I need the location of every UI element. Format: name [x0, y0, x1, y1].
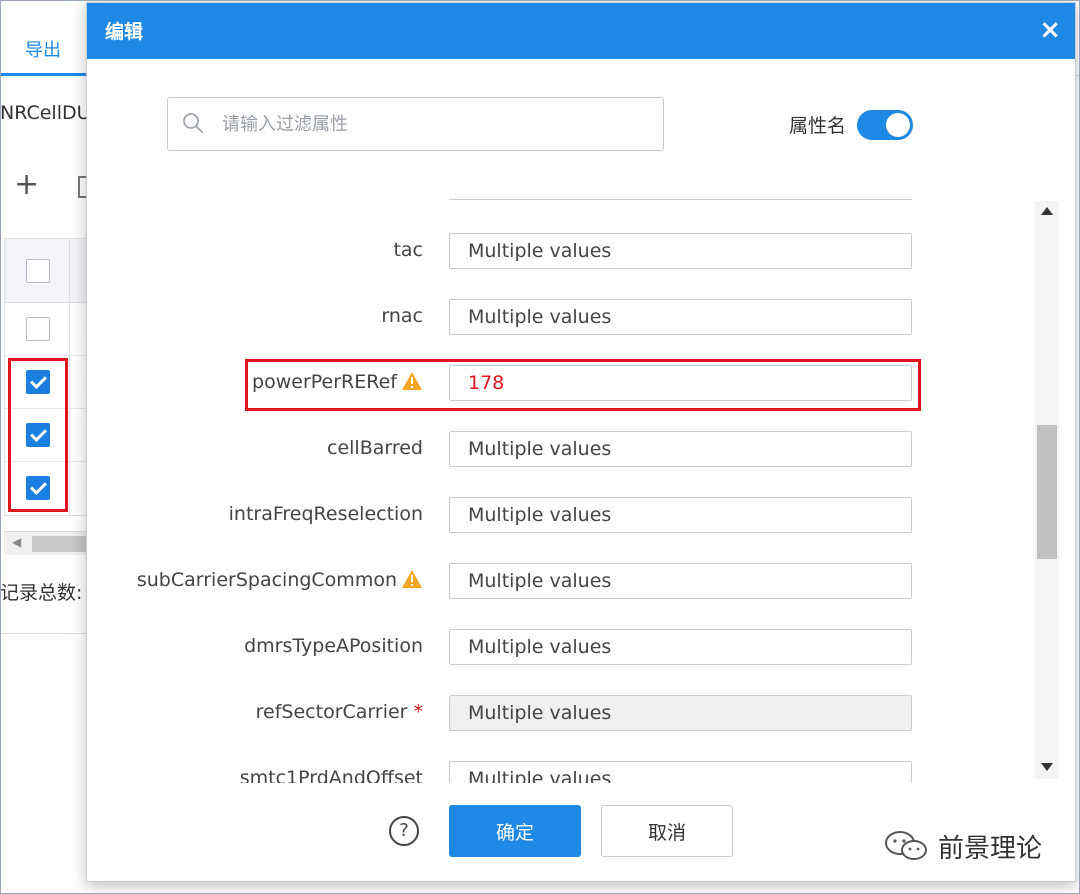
- field-row-intraFreqReselection: intraFreqReselection Multiple values: [87, 497, 1047, 537]
- object-name: NRCellDU: [0, 102, 91, 124]
- attribute-name-label: 属性名: [789, 115, 847, 137]
- checked-rows-highlight: [8, 358, 68, 512]
- changed-field-highlight: [245, 359, 921, 411]
- add-icon[interactable]: +: [14, 170, 39, 200]
- close-icon[interactable]: ×: [1039, 15, 1061, 45]
- field-input-cellBarred[interactable]: Multiple values: [449, 431, 912, 467]
- field-row-refSectorCarrier: refSectorCarrier * Multiple values: [87, 695, 1047, 735]
- field-label: rnac: [381, 305, 423, 327]
- row-checkbox[interactable]: [26, 317, 50, 341]
- watermark: 前景理论: [884, 826, 1042, 866]
- field-input-tac[interactable]: Multiple values: [449, 233, 912, 269]
- search-icon: [183, 113, 203, 133]
- filter-input[interactable]: [222, 98, 652, 150]
- horizontal-scrollbar[interactable]: ◀: [4, 531, 88, 555]
- field-row-dmrsTypeAPosition: dmrsTypeAPosition Multiple values: [87, 629, 1047, 669]
- field-row-cellBarred: cellBarred Multiple values: [87, 431, 1047, 471]
- table-header: [5, 239, 89, 303]
- field-list: tac Multiple values rnac Multiple values pow…: [87, 173, 1075, 783]
- dialog-header: 编辑 ×: [87, 3, 1075, 59]
- scroll-down-icon[interactable]: [1041, 763, 1053, 771]
- field-label: dmrsTypeAPosition: [244, 635, 423, 657]
- field-row-subCarrierSpacingCommon: subCarrierSpacingCommon Multiple values: [87, 563, 1047, 603]
- attribute-name-toggle[interactable]: [857, 110, 913, 140]
- required-mark: *: [413, 701, 424, 723]
- field-row-tac: tac Multiple values: [87, 233, 1047, 273]
- vertical-scroll-thumb[interactable]: [1037, 425, 1057, 559]
- vertical-scrollbar[interactable]: [1035, 201, 1059, 779]
- field-label: cellBarred: [327, 437, 423, 459]
- field-input-rnac[interactable]: Multiple values: [449, 299, 912, 335]
- table-row[interactable]: s: [5, 303, 93, 356]
- filter-box[interactable]: [167, 97, 664, 151]
- tab-export[interactable]: 导出: [0, 26, 86, 76]
- field-row-smtc1PrdAndOffset: smtc1PrdAndOffset Multiple values: [87, 761, 1047, 783]
- toggle-knob: [886, 113, 910, 137]
- ok-button[interactable]: 确定: [449, 805, 581, 857]
- scroll-up-icon[interactable]: [1041, 207, 1053, 215]
- field-label: refSectorCarrier *: [255, 701, 424, 723]
- field-label: tac: [393, 239, 423, 261]
- watermark-text: 前景理论: [938, 833, 1043, 864]
- field-input-subCarrierSpacingCommon[interactable]: Multiple values: [449, 563, 912, 599]
- field-label: subCarrierSpacingCommon: [137, 569, 423, 591]
- dialog-title: 编辑: [105, 21, 144, 43]
- field-input-intraFreqReselection[interactable]: Multiple values: [449, 497, 912, 533]
- field-input-smtc1PrdAndOffset[interactable]: Multiple values: [449, 761, 912, 783]
- field-input-dmrsTypeAPosition[interactable]: Multiple values: [449, 629, 912, 665]
- wechat-icon: [885, 831, 927, 860]
- field-row-rnac: rnac Multiple values: [87, 299, 1047, 339]
- field-label: smtc1PrdAndOffset: [239, 767, 423, 783]
- scroll-left-icon[interactable]: ◀: [12, 535, 21, 549]
- record-total-label: 记录总数:: [0, 582, 83, 604]
- warning-icon: [402, 570, 422, 588]
- edit-dialog: 编辑 × 属性名 tac Multiple values rnac Multiple …: [86, 2, 1076, 882]
- cancel-button[interactable]: 取消: [601, 805, 733, 857]
- help-icon[interactable]: ?: [389, 816, 419, 846]
- horizontal-scroll-thumb[interactable]: [32, 536, 88, 552]
- field-label: intraFreqReselection: [228, 503, 423, 525]
- select-all-checkbox[interactable]: [26, 259, 50, 283]
- field-input-refSectorCarrier: Multiple values: [449, 695, 912, 731]
